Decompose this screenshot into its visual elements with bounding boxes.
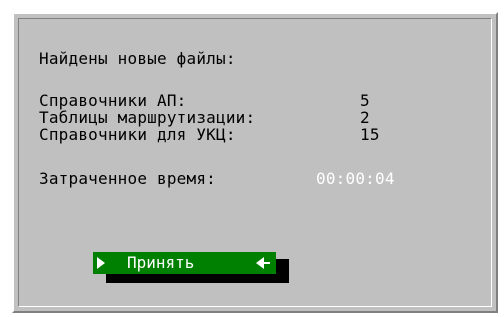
row-label-directories-ap: Справочники АП: [39,91,187,110]
row-value-directories-ukc: 15 [360,125,380,144]
elapsed-time-value: 00:00:04 [316,169,395,188]
elapsed-time-label: Затраченное время: [39,169,216,188]
accept-button[interactable]: Принять [93,252,276,274]
accept-button-label: Принять [127,253,195,272]
screen: Найдены новые файлы: Справочники АП: 5 Т… [0,0,504,317]
row-value-routing-tables: 2 [360,108,370,127]
row-label-directories-ukc: Справочники для УКЦ: [39,125,236,144]
row-value-directories-ap: 5 [360,91,370,110]
dialog-heading: Найдены новые файлы: [39,49,236,68]
accept-button-container: Принять [77,232,290,288]
row-label-routing-tables: Таблицы маршрутизации: [39,108,256,127]
